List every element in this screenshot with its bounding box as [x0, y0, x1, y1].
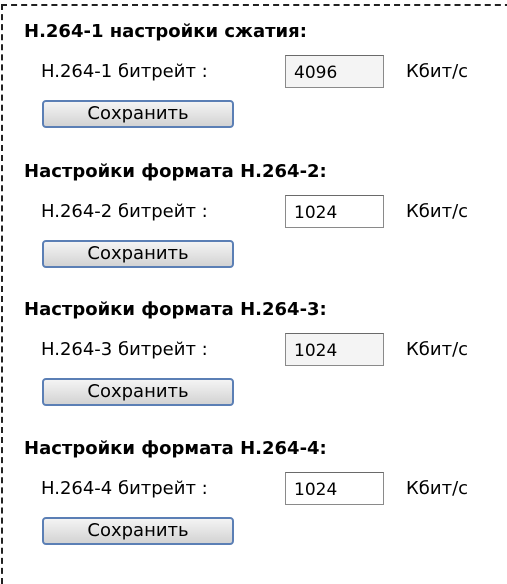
bitrate-unit: Кбит/с	[406, 201, 469, 222]
bitrate-input[interactable]	[285, 195, 384, 228]
h264-1-compression-section: H.264-1 настройки сжатия: H.264-1 битрей…	[0, 20, 507, 160]
section-title: H.264-1 настройки сжатия:	[24, 21, 307, 42]
h264-4-format-section: Настройки формата H.264-4: H.264-4 битре…	[0, 437, 507, 577]
bitrate-label: H.264-3 битрейт :	[41, 339, 208, 360]
save-button[interactable]: Сохранить	[42, 517, 234, 545]
save-button[interactable]: Сохранить	[42, 240, 234, 268]
bitrate-label: H.264-4 битрейт :	[41, 478, 208, 499]
h264-2-format-section: Настройки формата H.264-2: H.264-2 битре…	[0, 160, 507, 300]
bitrate-input[interactable]	[285, 55, 384, 88]
bitrate-label: H.264-2 битрейт :	[41, 201, 208, 222]
bitrate-unit: Кбит/с	[406, 339, 469, 360]
save-button[interactable]: Сохранить	[42, 100, 234, 128]
bitrate-unit: Кбит/с	[406, 478, 469, 499]
section-title: Настройки формата H.264-3:	[24, 299, 327, 320]
section-title: Настройки формата H.264-4:	[24, 438, 327, 459]
h264-3-format-section: Настройки формата H.264-3: H.264-3 битре…	[0, 298, 507, 438]
bitrate-input[interactable]	[285, 472, 384, 505]
section-title: Настройки формата H.264-2:	[24, 161, 327, 182]
save-button[interactable]: Сохранить	[42, 378, 234, 406]
bitrate-label: H.264-1 битрейт :	[41, 61, 208, 82]
bitrate-unit: Кбит/с	[406, 61, 469, 82]
bitrate-input[interactable]	[285, 333, 384, 366]
